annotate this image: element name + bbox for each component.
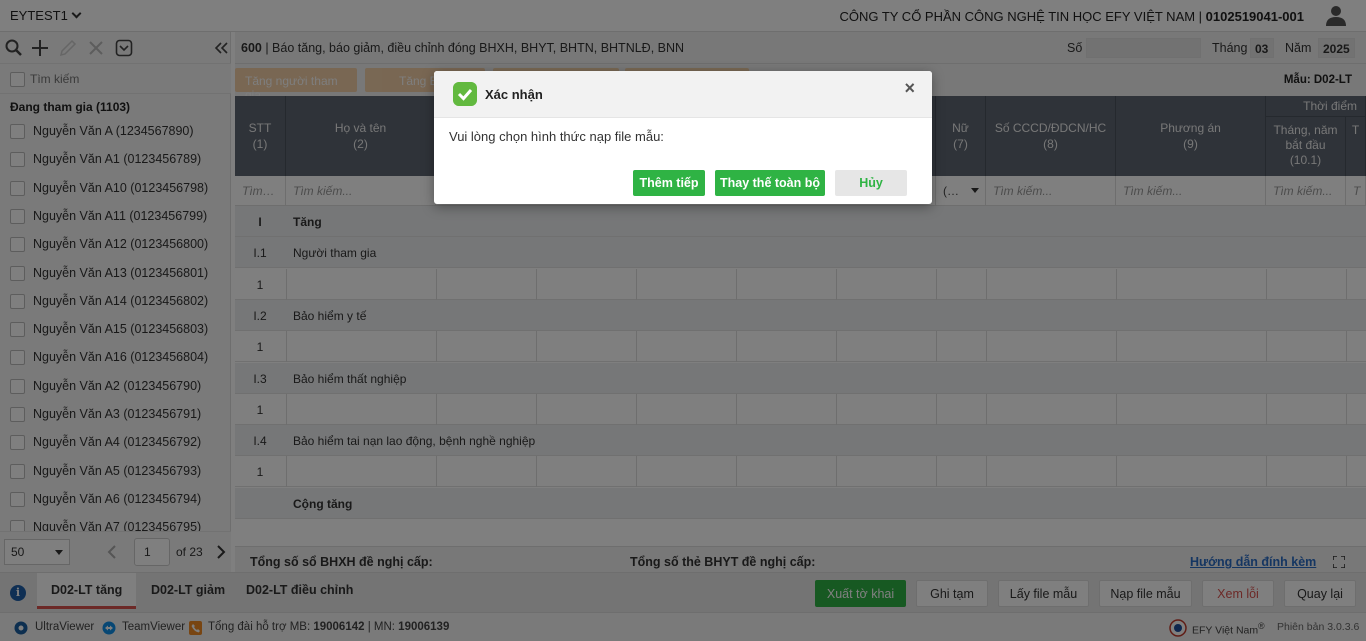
replace-all-button[interactable]: Thay thế toàn bộ <box>715 170 825 196</box>
append-button[interactable]: Thêm tiếp <box>633 170 705 196</box>
check-icon <box>453 82 477 106</box>
close-icon[interactable]: × <box>904 78 915 99</box>
dialog-title: Xác nhận <box>485 87 543 102</box>
dialog-message: Vui lòng chọn hình thức nạp file mẫu: <box>449 129 664 144</box>
cancel-button[interactable]: Hủy <box>835 170 907 196</box>
confirm-dialog: Xác nhận × Vui lòng chọn hình thức nạp f… <box>434 71 932 204</box>
